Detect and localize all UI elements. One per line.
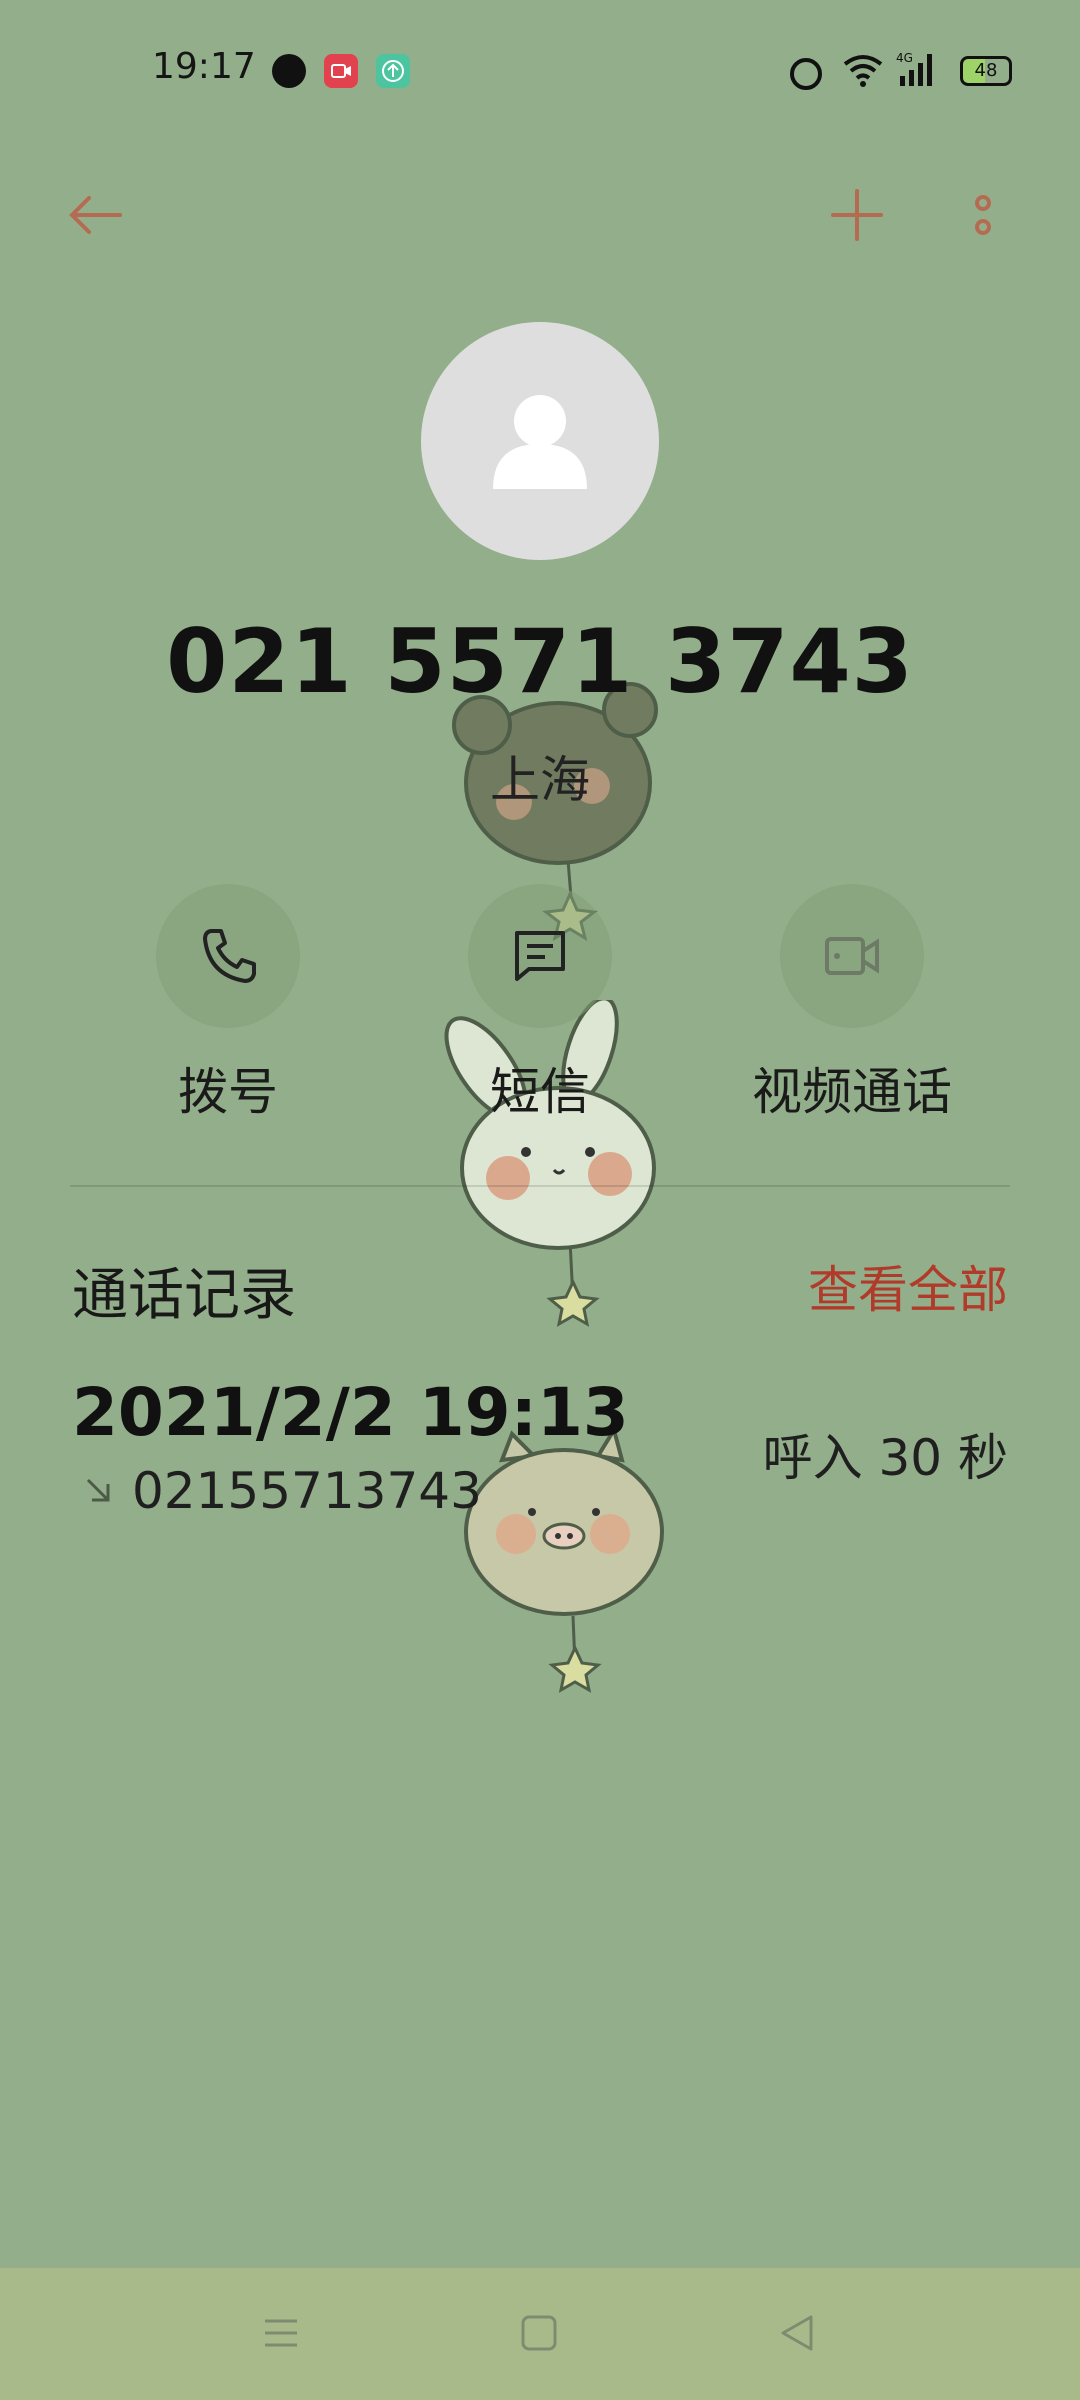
incoming-call-arrow-icon (86, 1478, 110, 1502)
message-icon (515, 931, 565, 981)
back-button[interactable] (60, 180, 130, 250)
video-call-button[interactable] (780, 884, 924, 1028)
bunny-balloon-decoration (444, 1000, 656, 1327)
alarm-icon (790, 58, 822, 90)
battery-icon: 48 (960, 56, 1012, 86)
call-log-title: 通话记录 (72, 1263, 296, 1328)
contact-location: 上海 (490, 751, 590, 809)
divider (70, 1185, 1010, 1187)
call-datetime: 2021/2/2 19:13 (72, 1374, 629, 1451)
video-call-icon (825, 937, 879, 975)
wifi-icon (842, 52, 883, 87)
more-options-button[interactable] (948, 180, 1018, 250)
view-all-link[interactable]: 查看全部 (808, 1250, 1008, 1322)
add-contact-button[interactable] (822, 180, 892, 250)
arrow-left-icon (69, 196, 122, 234)
status-bar: 19:17 4G 48 (0, 0, 1080, 140)
person-icon (493, 395, 587, 489)
recent-apps-button[interactable] (246, 2298, 316, 2368)
back-icon (781, 2315, 813, 2351)
upload-icon (376, 54, 410, 88)
nav-back-button[interactable] (762, 2298, 832, 2368)
call-log-entry[interactable]: 2021/2/2 19:13 02155713743 呼入 30 秒 (0, 1360, 1080, 1540)
phone-icon (203, 929, 256, 983)
menu-icon (265, 2319, 297, 2347)
sms-button[interactable] (468, 884, 612, 1028)
home-icon (521, 2315, 557, 2351)
contact-avatar (421, 322, 659, 560)
dial-label: 拨号 (178, 1063, 278, 1121)
globe-icon (272, 54, 306, 88)
video-call-label: 视频通话 (752, 1063, 952, 1121)
more-vertical-icon (975, 195, 991, 235)
sms-label: 短信 (490, 1063, 590, 1121)
status-time: 19:17 (152, 46, 256, 87)
call-number: 02155713743 (132, 1462, 482, 1520)
svg-text:4G: 4G (896, 51, 913, 65)
plus-icon (831, 189, 883, 241)
signal-4g-icon: 4G (896, 50, 932, 86)
screen-record-icon (324, 54, 358, 88)
contact-number: 021 5571 3743 (166, 610, 914, 713)
dial-button[interactable] (156, 884, 300, 1028)
home-button[interactable] (504, 2298, 574, 2368)
call-result: 呼入 30 秒 (762, 1429, 1008, 1487)
